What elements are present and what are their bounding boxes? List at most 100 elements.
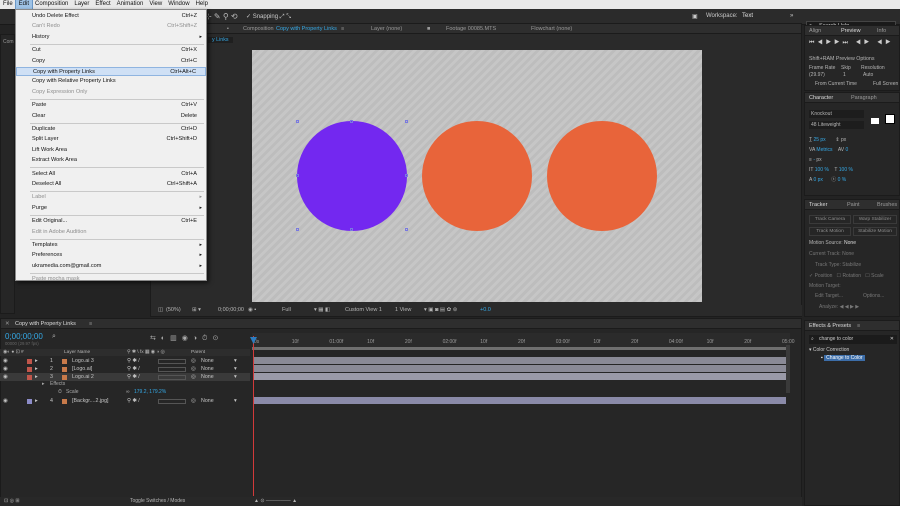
layer-duration-bar[interactable] <box>254 373 786 380</box>
stabilize-motion-button[interactable]: Stabilize Motion <box>853 227 897 236</box>
timeline-tool-icons[interactable]: ⇆◐▥◉◑⏱⊙ <box>150 334 223 343</box>
parent-dropdown-icon[interactable]: ▾ <box>234 365 237 373</box>
menu-item-templates[interactable]: Templates ▸ <box>16 241 206 250</box>
layer-name[interactable]: Logo.ai 2 <box>72 373 94 381</box>
parent-column[interactable]: Parent <box>191 349 205 356</box>
transform-handle[interactable] <box>405 228 408 231</box>
layer-switches[interactable]: ⚲ ✱ / <box>127 373 140 381</box>
playback-controls[interactable]: ⏮◀▶▶⏭ ◀▶ ◀▶ <box>809 40 894 47</box>
snapping-checkbox[interactable]: ✓ Snapping ⤢ ⤡ <box>246 13 291 21</box>
timeline-timecode[interactable]: 0;00;00;00 <box>5 332 43 341</box>
transform-handle[interactable] <box>350 120 353 123</box>
stroke-color-swatch[interactable] <box>885 114 895 124</box>
view-select[interactable]: Custom View 1 <box>345 305 382 316</box>
layer-row[interactable]: ◉ ▸ 3 Logo.ai 2 ⚲ ✱ / ◎ None ▾ <box>0 373 250 381</box>
visibility-icon[interactable]: ◉ <box>3 373 8 381</box>
menu-item-copy-with-relative-property-links[interactable]: Copy with Relative Property Links <box>16 77 206 86</box>
menu-item-preferences[interactable]: Preferences ▸ <box>16 251 206 260</box>
transform-handle[interactable] <box>296 228 299 231</box>
layer-duration-bar[interactable] <box>254 365 786 372</box>
frame-rate-select[interactable]: (29.97) <box>809 72 825 78</box>
menu-animation[interactable]: Animation <box>114 0 147 9</box>
menu-item-ukramedia-com-gmail-com[interactable]: ukramedia.com@gmail.com ▸ <box>16 262 206 271</box>
workspace-select[interactable]: Text <box>742 13 753 19</box>
menu-item-extract-work-area[interactable]: Extract Work Area <box>16 156 206 165</box>
link-icon[interactable]: ∞ <box>126 389 130 395</box>
menu-item-lift-work-area[interactable]: Lift Work Area <box>16 146 206 155</box>
track-motion-button[interactable]: Track Motion <box>809 227 851 236</box>
orange-circle-2[interactable] <box>422 121 532 231</box>
font-family-select[interactable]: Knockout <box>809 110 864 118</box>
layer-duration-bar[interactable] <box>254 357 786 364</box>
menu-item-history[interactable]: History ▸ <box>16 33 206 42</box>
viewer-timecode[interactable]: 0;00;00;00 <box>218 305 244 316</box>
menu-effect[interactable]: Effect <box>92 0 113 9</box>
menu-composition[interactable]: Composition <box>32 0 71 9</box>
layer-row[interactable]: ◉ ▸ 2 [Logo.ai] ⚲ ✱ / ◎ None ▾ <box>0 365 250 373</box>
parent-dropdown-icon[interactable]: ▾ <box>234 357 237 365</box>
edit-target-button[interactable]: Edit Target... <box>815 293 843 299</box>
menu-item-duplicate[interactable]: Duplicate Ctrl+D <box>16 125 206 134</box>
parent-select[interactable]: None <box>201 373 214 381</box>
tab-preview[interactable]: Preview <box>841 26 861 36</box>
rotation-check[interactable]: Rotation <box>842 273 861 279</box>
transform-handle[interactable] <box>405 174 408 177</box>
leading-value[interactable]: px <box>841 137 846 143</box>
font-style-select[interactable]: 48 Liteweight <box>809 121 864 129</box>
track-checks[interactable]: ✓ Position ☐ Rotation ☐ Scale <box>809 273 884 279</box>
label-color-swatch[interactable] <box>27 366 32 372</box>
menu-item-copy-with-property-links[interactable]: Copy with Property Links Ctrl+Alt+C <box>16 67 206 76</box>
layer-name[interactable]: [Logo.ai] <box>72 365 92 373</box>
layer-name[interactable]: Logo.ai 3 <box>72 357 94 365</box>
mode-boxes[interactable] <box>158 366 186 372</box>
layer-name-column[interactable]: Layer Name <box>64 349 90 356</box>
transform-handle[interactable] <box>405 120 408 123</box>
resolution-icon[interactable]: ⊞ ▾ <box>192 305 201 316</box>
orange-circle-3[interactable] <box>547 121 657 231</box>
parent-select[interactable]: None <box>201 397 214 405</box>
composition-canvas[interactable] <box>252 50 702 302</box>
tab-info[interactable]: Info <box>877 26 886 36</box>
tab-paint[interactable]: Paint <box>847 200 860 210</box>
footer-icons[interactable]: ⊡ ◎ ⊞ <box>4 497 20 506</box>
layer-tab[interactable]: Layer (none) <box>371 24 402 34</box>
work-area-range[interactable] <box>252 347 790 350</box>
timeline-search-icon[interactable]: ⌕ <box>52 333 56 341</box>
layer-duration-bar[interactable] <box>254 397 786 404</box>
visibility-icon[interactable]: ◉ <box>3 397 8 405</box>
toggle-switches-modes[interactable]: Toggle Switches / Modes <box>130 497 185 506</box>
zoom-select[interactable]: (50%) <box>166 305 181 316</box>
workspace-menu-icon[interactable]: » <box>790 13 793 19</box>
warp-stabilizer-button[interactable]: Warp Stabilizer <box>853 215 897 224</box>
viewer-tools-icons[interactable]: ▾ ▣ ◙ ▤ ✿ ⊚ <box>424 305 457 316</box>
layer-row[interactable]: ◉ ▸ 4 [Backgr....2.jpg] ⚲ ✱ / ◎ None ▾ <box>0 397 250 405</box>
parent-select[interactable]: None <box>201 365 214 373</box>
label-color-swatch[interactable] <box>27 398 32 404</box>
position-check[interactable]: Position <box>815 273 833 279</box>
label-color-swatch[interactable] <box>27 374 32 380</box>
scale-check[interactable]: Scale <box>871 273 884 279</box>
effects-search-input[interactable]: ⌕ change to color ✕ <box>809 335 897 344</box>
layer-row[interactable]: ◉ ▸ 1 Logo.ai 3 ⚲ ✱ / ◎ None ▾ <box>0 357 250 365</box>
comp-dropdown-icon[interactable]: ≡ <box>341 24 344 34</box>
stopwatch-icon[interactable]: ⏱ <box>58 389 62 395</box>
effects-property-row[interactable]: ▸ Effects <box>0 381 250 389</box>
menu-edit[interactable]: Edit <box>14 0 34 10</box>
work-area-bar[interactable] <box>252 347 790 350</box>
timeline-tab[interactable]: Copy with Property Links <box>15 319 76 329</box>
menu-item-undo-delete-effect[interactable]: Undo Delete Effect Ctrl+Z <box>16 12 206 21</box>
snapshot-icon[interactable]: ◉ ▪ <box>248 305 256 316</box>
tab-align[interactable]: Align <box>809 26 821 36</box>
full-screen-checkbox[interactable]: Full Screen <box>873 81 898 87</box>
composition-tab[interactable]: Copy with Property Links <box>276 24 337 34</box>
parent-icon[interactable]: ◎ <box>191 357 196 365</box>
always-preview-icon[interactable]: ◫ <box>158 305 163 316</box>
menu-item-purge[interactable]: Purge ▸ <box>16 204 206 213</box>
menu-item-paste[interactable]: Paste Ctrl+V <box>16 101 206 110</box>
layer-switches[interactable]: ⚲ ✱ / <box>127 397 140 405</box>
motion-source-select[interactable]: None <box>844 240 856 246</box>
menu-item-cut[interactable]: Cut Ctrl+X <box>16 46 206 55</box>
current-track-select[interactable]: None <box>842 251 854 257</box>
comp-breadcrumb[interactable]: y Links <box>208 37 233 43</box>
close-icon[interactable]: ✕ <box>5 319 10 329</box>
